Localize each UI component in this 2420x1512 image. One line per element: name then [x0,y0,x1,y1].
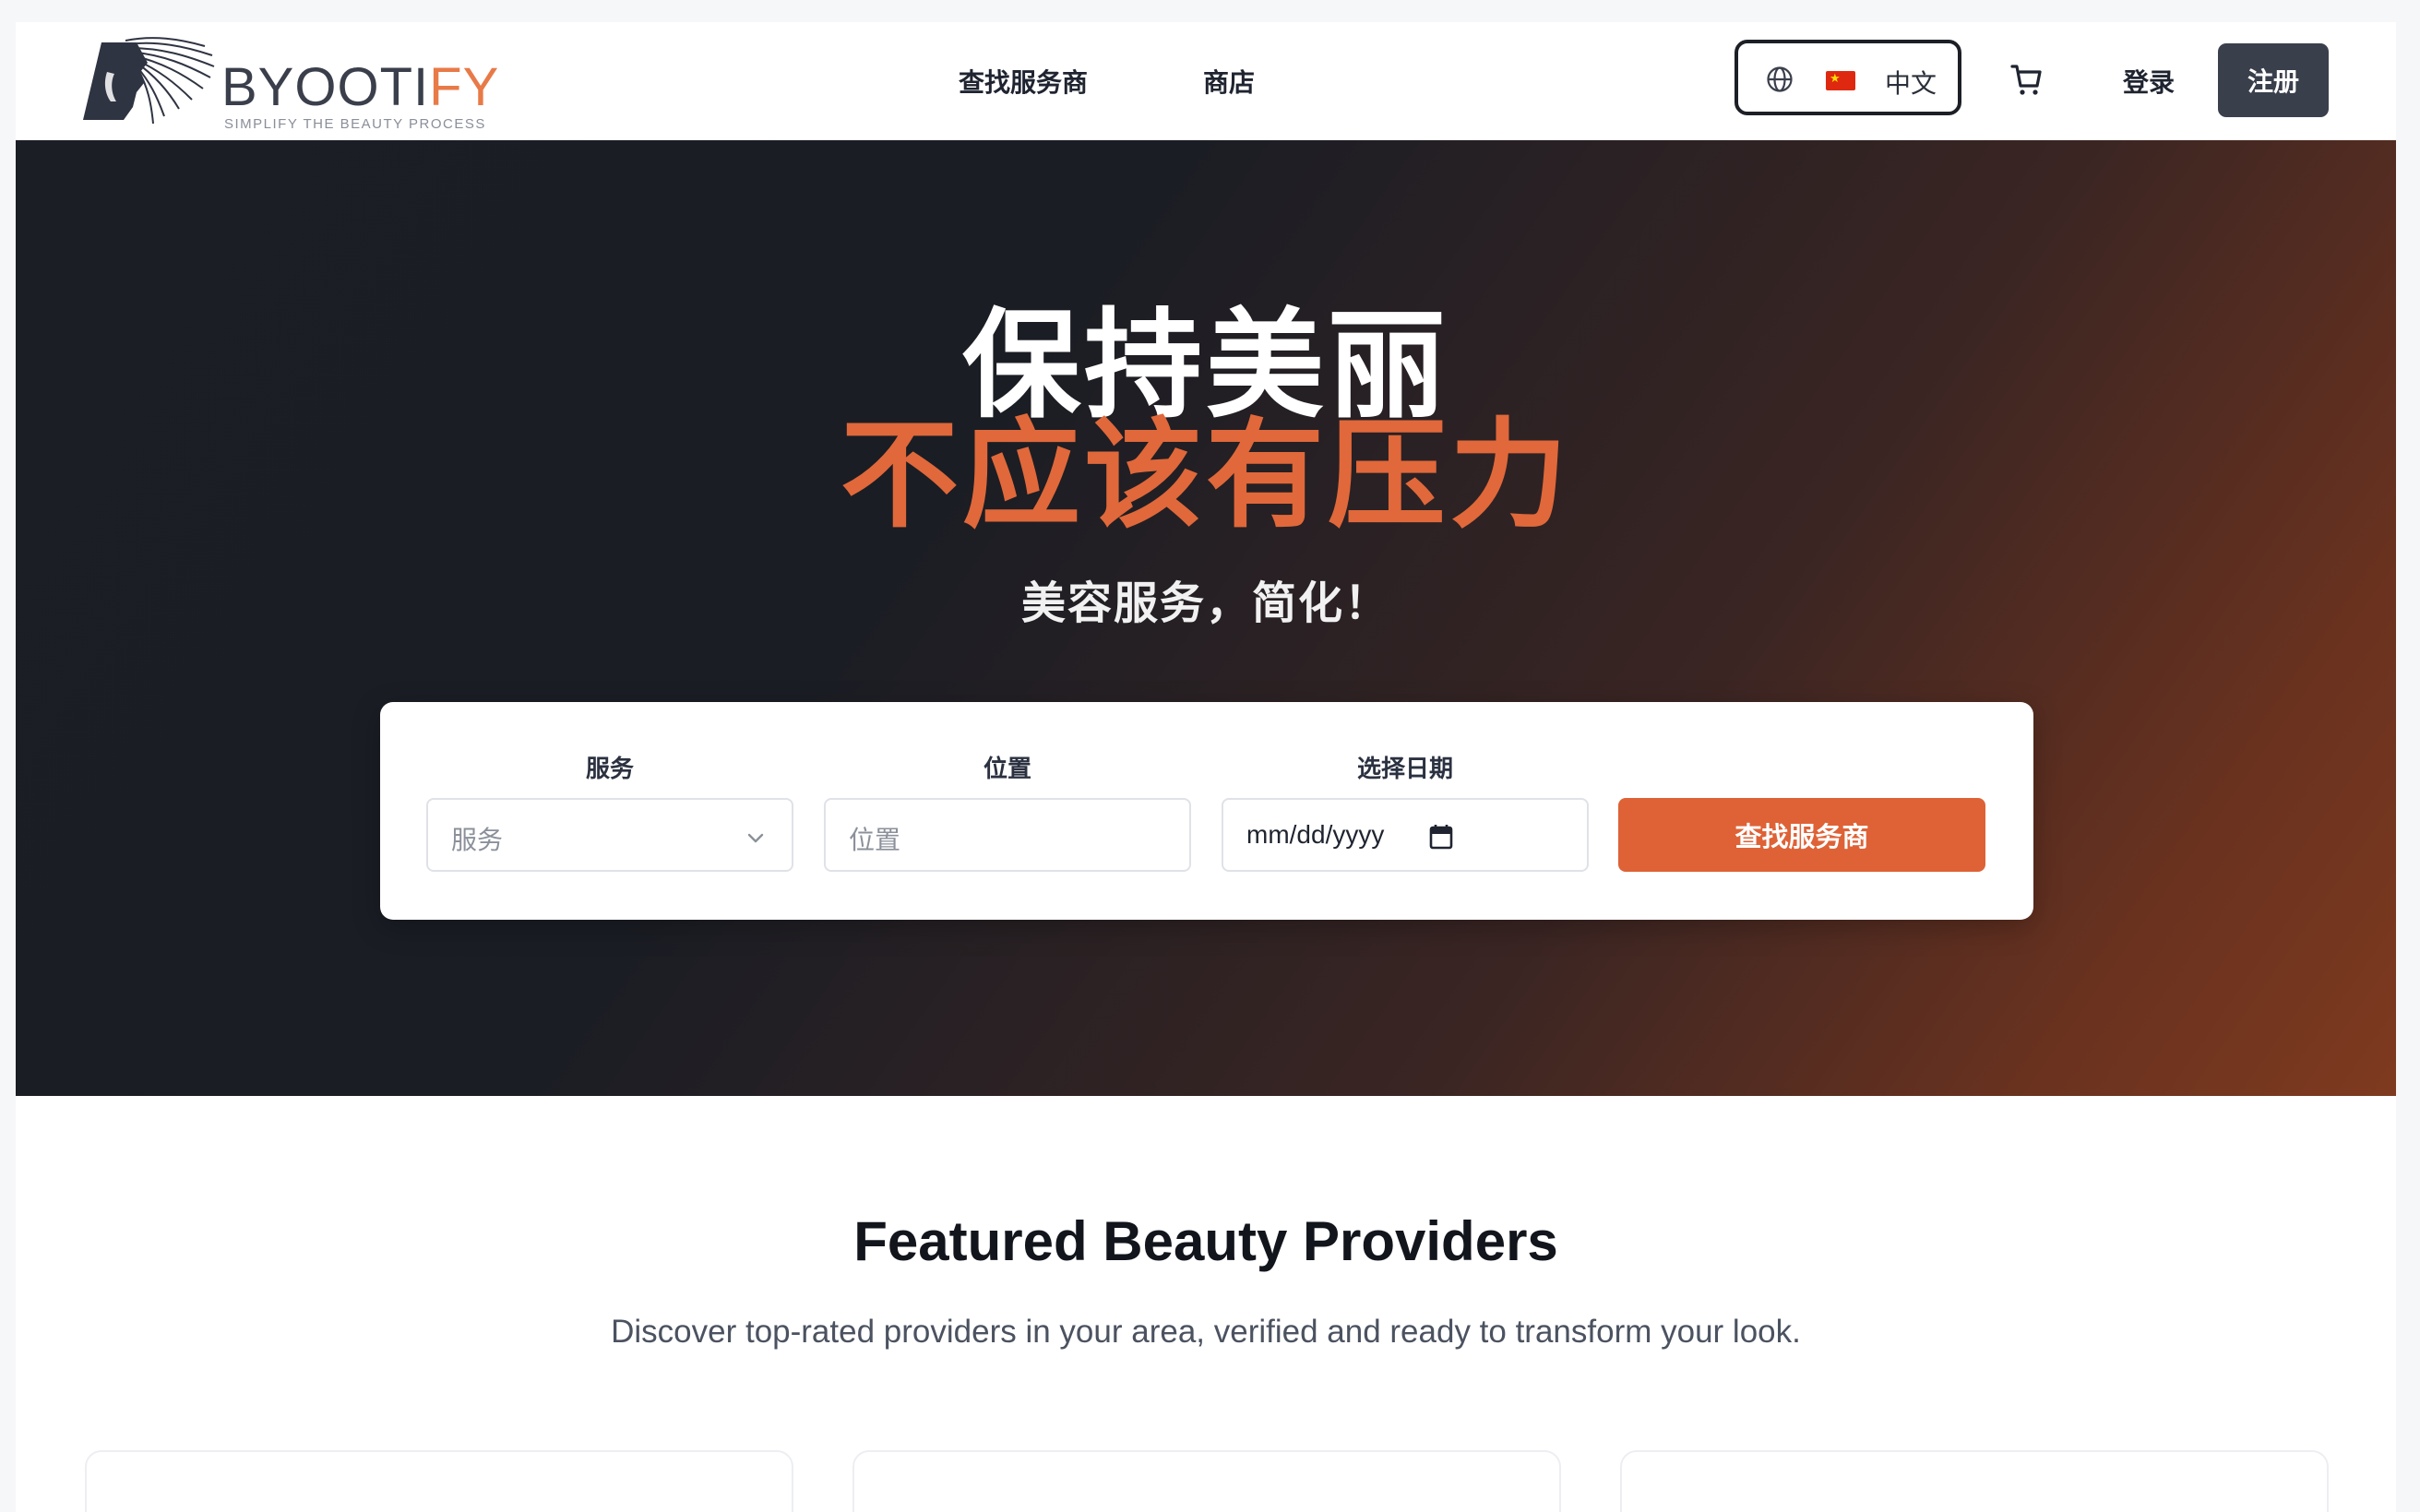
location-placeholder: 位置 [849,826,901,854]
hero-title-line1: 保持美丽 [961,300,1449,432]
nav-shop[interactable]: 商店 [1203,63,1255,100]
logo-wordmark: BYOOTIFY [221,57,500,117]
site-header: BYOOTIFY SIMPLIFY THE BEAUTY PROCESS 查找服… [16,22,2396,140]
service-select[interactable]: 服务 [426,798,793,872]
date-value: mm/dd/yyyy [1246,820,1385,849]
featured-title: Featured Beauty Providers [853,1210,1558,1272]
logo-tagline: SIMPLIFY THE BEAUTY PROCESS [224,116,486,132]
logo-icon [83,37,215,125]
signup-button[interactable]: 注册 [2218,43,2329,117]
date-input[interactable]: mm/dd/yyyy [1222,798,1589,872]
provider-card[interactable] [85,1450,793,1512]
language-label: 中文 [1885,69,1937,98]
service-label: 服务 [585,755,634,782]
date-label: 选择日期 [1356,755,1453,782]
provider-card[interactable] [1620,1450,2329,1512]
location-label: 位置 [983,755,1031,782]
calendar-icon[interactable] [1429,824,1453,850]
page: BYOOTIFY SIMPLIFY THE BEAUTY PROCESS 查找服… [16,22,2396,1512]
cart-icon[interactable] [2009,61,2045,98]
globe-icon [1767,66,1793,92]
nav-find-providers[interactable]: 查找服务商 [959,63,1088,100]
hero-subtitle: 美容服务，简化！ [1020,579,1390,628]
chevron-down-icon [747,833,764,843]
hero-title-line2: 不应该有压力 [840,410,1571,542]
login-link[interactable]: 登录 [2123,63,2175,100]
featured-subtitle: Discover top-rated providers in your are… [611,1314,1801,1350]
find-providers-button[interactable]: 查找服务商 [1618,798,1985,872]
china-flag-icon: ★ [1826,71,1855,90]
logo[interactable]: BYOOTIFY SIMPLIFY THE BEAUTY PROCESS [83,35,507,132]
search-card: 服务 位置 选择日期 服务 位置 mm/dd/yyyy 查找服务商 [380,702,2033,920]
service-placeholder: 服务 [451,826,504,854]
language-selector[interactable]: ★ 中文 [1735,40,1961,115]
provider-card[interactable] [852,1450,1561,1512]
hero-section: 保持美丽 不应该有压力 美容服务，简化！ 服务 位置 选择日期 服务 位置 mm… [16,140,2396,1096]
location-input[interactable]: 位置 [824,798,1191,872]
